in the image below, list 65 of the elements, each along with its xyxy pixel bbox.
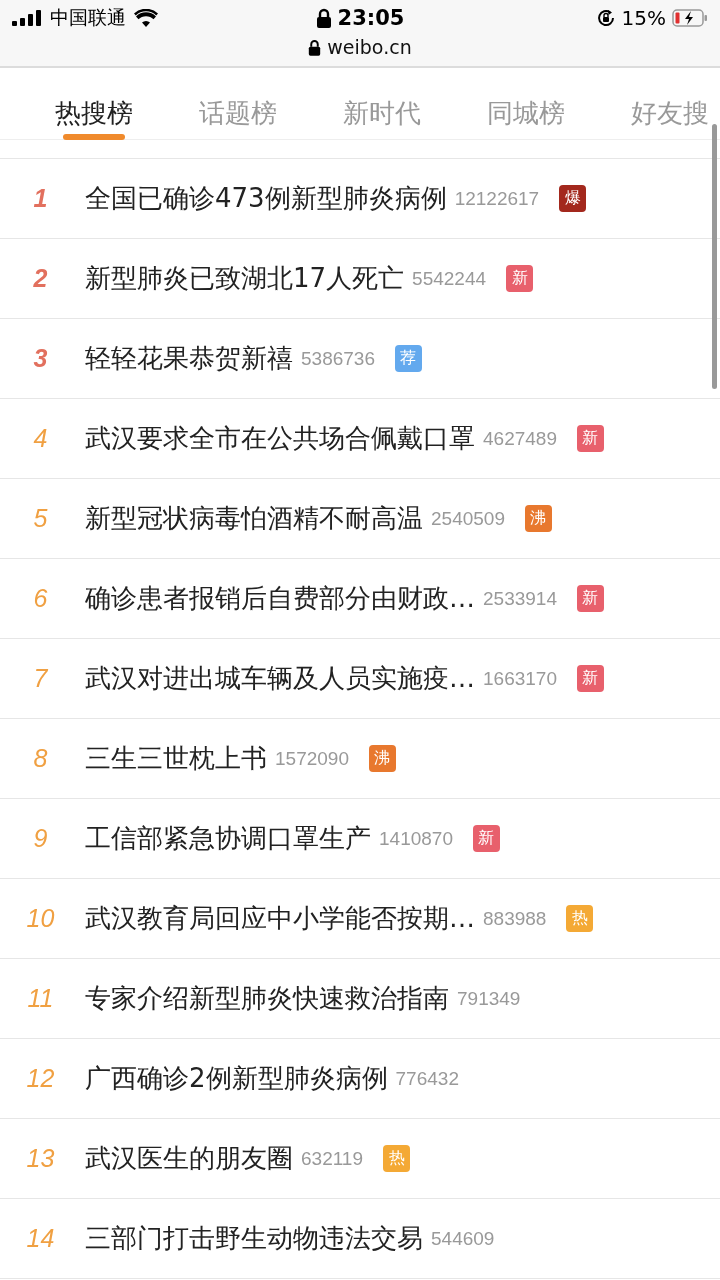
- tab[interactable]: 热搜榜: [55, 86, 133, 140]
- trend-badge: 荐: [394, 345, 422, 372]
- clock-time: 23:05: [337, 6, 405, 30]
- rank-number: 13: [25, 1144, 56, 1173]
- wifi-icon: [134, 9, 158, 27]
- rank-number: 2: [32, 264, 49, 293]
- rank-number: 6: [32, 584, 49, 613]
- rank-number: 1: [32, 184, 49, 213]
- trend-title[interactable]: 武汉对进出城车辆及人员实施疫…: [85, 661, 475, 696]
- search-count: 1572090: [275, 747, 349, 770]
- rank-number: 4: [32, 424, 49, 453]
- battery-icon: [672, 9, 708, 27]
- trend-badge: 沸: [524, 505, 552, 532]
- lock-icon: [315, 8, 332, 28]
- search-count: 776432: [395, 1067, 459, 1090]
- rank-number: 9: [32, 824, 49, 853]
- tab-indicator: [63, 134, 125, 140]
- trend-title[interactable]: 新型肺炎已致湖北17人死亡: [85, 261, 405, 296]
- trend-badge: 新: [576, 585, 604, 612]
- trend-title[interactable]: 广西确诊2例新型肺炎病例: [85, 1061, 388, 1096]
- trend-title[interactable]: 轻轻花果恭贺新禧: [85, 341, 293, 376]
- rotation-lock-icon: [595, 8, 616, 28]
- trend-badge: 热: [566, 905, 594, 932]
- search-count: 1663170: [483, 667, 557, 690]
- carrier-name: 中国联通: [50, 5, 126, 30]
- search-count: 791349: [457, 987, 521, 1010]
- search-count: 4627489: [483, 427, 557, 450]
- trend-title[interactable]: 三生三世枕上书: [85, 741, 267, 776]
- rank-number: 8: [32, 744, 49, 773]
- rank-number: 5: [32, 504, 49, 533]
- trend-title[interactable]: 武汉要求全市在公共场合佩戴口罩: [85, 421, 475, 456]
- trend-badge: 沸: [368, 745, 396, 772]
- search-count: 883988: [483, 907, 547, 930]
- trend-badge: 热: [383, 1145, 410, 1172]
- trend-title[interactable]: 确诊患者报销后自费部分由财政…: [85, 581, 475, 616]
- trend-title[interactable]: 工信部紧急协调口罩生产: [85, 821, 371, 856]
- search-count: 2540509: [431, 507, 505, 530]
- page-address[interactable]: weibo.cn: [327, 36, 412, 58]
- trend-badge: 新: [506, 265, 534, 292]
- rank-number: 10: [25, 904, 56, 933]
- trend-title[interactable]: 全国已确诊473例新型肺炎病例: [85, 181, 447, 216]
- trend-badge: 新: [472, 825, 500, 852]
- trend-title[interactable]: 三部门打击野生动物违法交易: [85, 1221, 423, 1256]
- search-count: 1410870: [379, 827, 453, 850]
- search-count: 544609: [431, 1227, 495, 1250]
- lock-icon: [308, 38, 322, 56]
- battery-percent: 15%: [621, 6, 666, 30]
- search-count: 632119: [301, 1147, 363, 1170]
- search-count: 5542244: [412, 267, 487, 290]
- trend-badge: 新: [576, 425, 604, 452]
- search-count: 12122617: [454, 187, 540, 210]
- rank-number: 7: [32, 664, 49, 693]
- trend-badge: 爆: [559, 185, 587, 212]
- trend-title[interactable]: 专家介绍新型肺炎快速救治指南: [85, 981, 449, 1016]
- rank-number: 11: [26, 984, 55, 1013]
- search-count: 2533914: [483, 587, 557, 610]
- rank-number: 12: [25, 1064, 56, 1093]
- signal-icon: [12, 10, 42, 26]
- trend-badge: 新: [576, 665, 604, 692]
- rank-number: 3: [32, 344, 49, 373]
- rank-number: 14: [25, 1224, 56, 1253]
- trend-title[interactable]: 武汉教育局回应中小学能否按期…: [85, 901, 475, 936]
- search-count: 5386736: [301, 347, 375, 370]
- trend-title[interactable]: 武汉医生的朋友圈: [85, 1141, 293, 1176]
- trend-title[interactable]: 新型冠状病毒怕酒精不耐高温: [85, 501, 423, 536]
